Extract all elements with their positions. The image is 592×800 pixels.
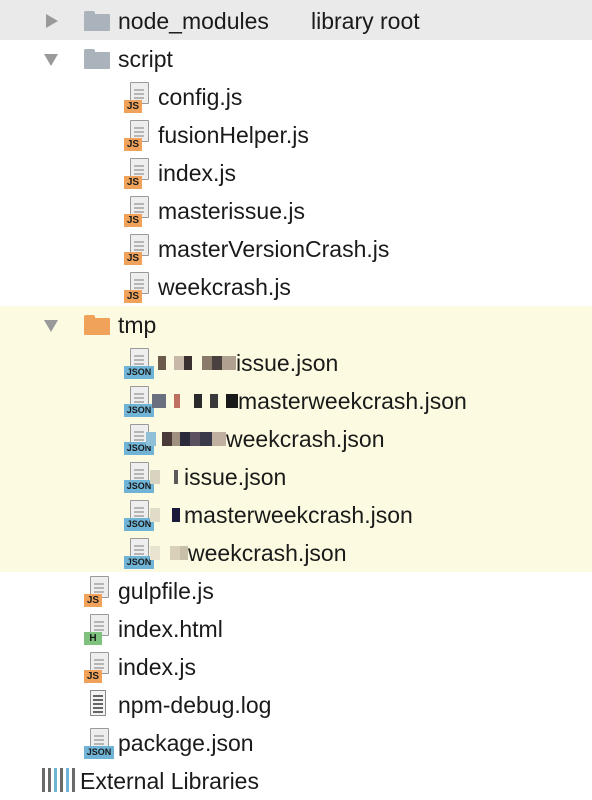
file-name: fusionHelper.js: [158, 122, 309, 148]
js-file-icon: JS: [124, 234, 154, 266]
file-name: npm-debug.log: [118, 692, 272, 718]
js-file-icon: JS: [84, 652, 114, 684]
tree-row-script[interactable]: script: [0, 40, 592, 78]
tree-row-file[interactable]: JSON masterweekcrash.json: [0, 496, 592, 534]
redacted-filename-prefix: [150, 470, 184, 484]
js-file-icon: JS: [124, 272, 154, 304]
tree-row-file[interactable]: JSON masterweekcrash.json: [0, 382, 592, 420]
redacted-filename-prefix: [150, 546, 188, 560]
folder-name: tmp: [118, 312, 157, 338]
html-file-icon: H: [84, 614, 114, 646]
file-name: package.json: [118, 730, 254, 756]
json-file-icon: JSON: [84, 728, 114, 760]
tree-row-file[interactable]: H index.html: [0, 610, 592, 648]
file-name: gulpfile.js: [118, 578, 214, 604]
file-name: issue.json: [236, 350, 339, 376]
js-file-icon: JS: [124, 120, 154, 152]
tree-row-file[interactable]: npm-debug.log: [0, 686, 592, 724]
tree-row-file[interactable]: JSON package.json: [0, 724, 592, 762]
file-name: config.js: [158, 84, 243, 110]
tree-row-file[interactable]: JS masterVersionCrash.js: [0, 230, 592, 268]
collapse-arrow-icon[interactable]: [44, 54, 58, 66]
json-file-icon: JSON: [124, 348, 154, 380]
js-file-icon: JS: [124, 158, 154, 190]
file-name: masterVersionCrash.js: [158, 236, 390, 262]
file-name: issue.json: [184, 464, 287, 490]
folder-icon: [84, 49, 110, 69]
folder-name: script: [118, 46, 173, 72]
tree-row-file[interactable]: JS index.js: [0, 154, 592, 192]
folder-icon: [84, 315, 110, 335]
tree-row-file[interactable]: JS config.js: [0, 78, 592, 116]
file-name: index.html: [118, 616, 223, 642]
file-name: index.js: [158, 160, 236, 186]
tree-row-file[interactable]: JSON issue.json: [0, 344, 592, 382]
tree-row-node-modules[interactable]: node_modules library root: [0, 2, 592, 40]
tree-row-file[interactable]: JS index.js: [0, 648, 592, 686]
tree-row-external-libraries[interactable]: External Libraries: [0, 762, 592, 800]
file-name: masterweekcrash.json: [238, 388, 467, 414]
js-file-icon: JS: [124, 196, 154, 228]
json-file-icon: JSON: [124, 386, 154, 418]
file-name: weekcrash.json: [226, 426, 385, 452]
file-name: index.js: [118, 654, 196, 680]
file-name: weekcrash.json: [188, 540, 347, 566]
collapse-arrow-icon[interactable]: [44, 320, 58, 332]
redacted-filename-prefix: [152, 394, 238, 408]
tree-row-file[interactable]: JS fusionHelper.js: [0, 116, 592, 154]
library-icon: [42, 766, 78, 794]
redacted-filename-prefix: [158, 356, 236, 370]
file-name: masterweekcrash.json: [184, 502, 413, 528]
tree-row-file[interactable]: JSON weekcrash.json: [0, 534, 592, 572]
project-tree: node_modules library root script JS conf…: [0, 0, 592, 798]
external-libraries-label: External Libraries: [80, 768, 259, 794]
tree-row-file[interactable]: JS gulpfile.js: [0, 572, 592, 610]
tree-row-file[interactable]: JSON issue.json: [0, 458, 592, 496]
tree-row-file[interactable]: JS masterissue.js: [0, 192, 592, 230]
folder-name: node_modules: [118, 8, 269, 34]
log-file-icon: [86, 690, 110, 718]
js-file-icon: JS: [84, 576, 114, 608]
tree-row-file[interactable]: JS weekcrash.js: [0, 268, 592, 306]
redacted-filename-prefix: [146, 432, 226, 446]
js-file-icon: JS: [124, 82, 154, 114]
file-name: masterissue.js: [158, 198, 305, 224]
file-name: weekcrash.js: [158, 274, 291, 300]
expand-arrow-icon[interactable]: [46, 14, 58, 28]
library-root-label: library root: [311, 8, 420, 34]
tree-row-file[interactable]: JSON weekcrash.json: [0, 420, 592, 458]
redacted-filename-prefix: [150, 508, 184, 522]
folder-icon: [84, 11, 110, 31]
tree-row-tmp[interactable]: tmp: [0, 306, 592, 344]
